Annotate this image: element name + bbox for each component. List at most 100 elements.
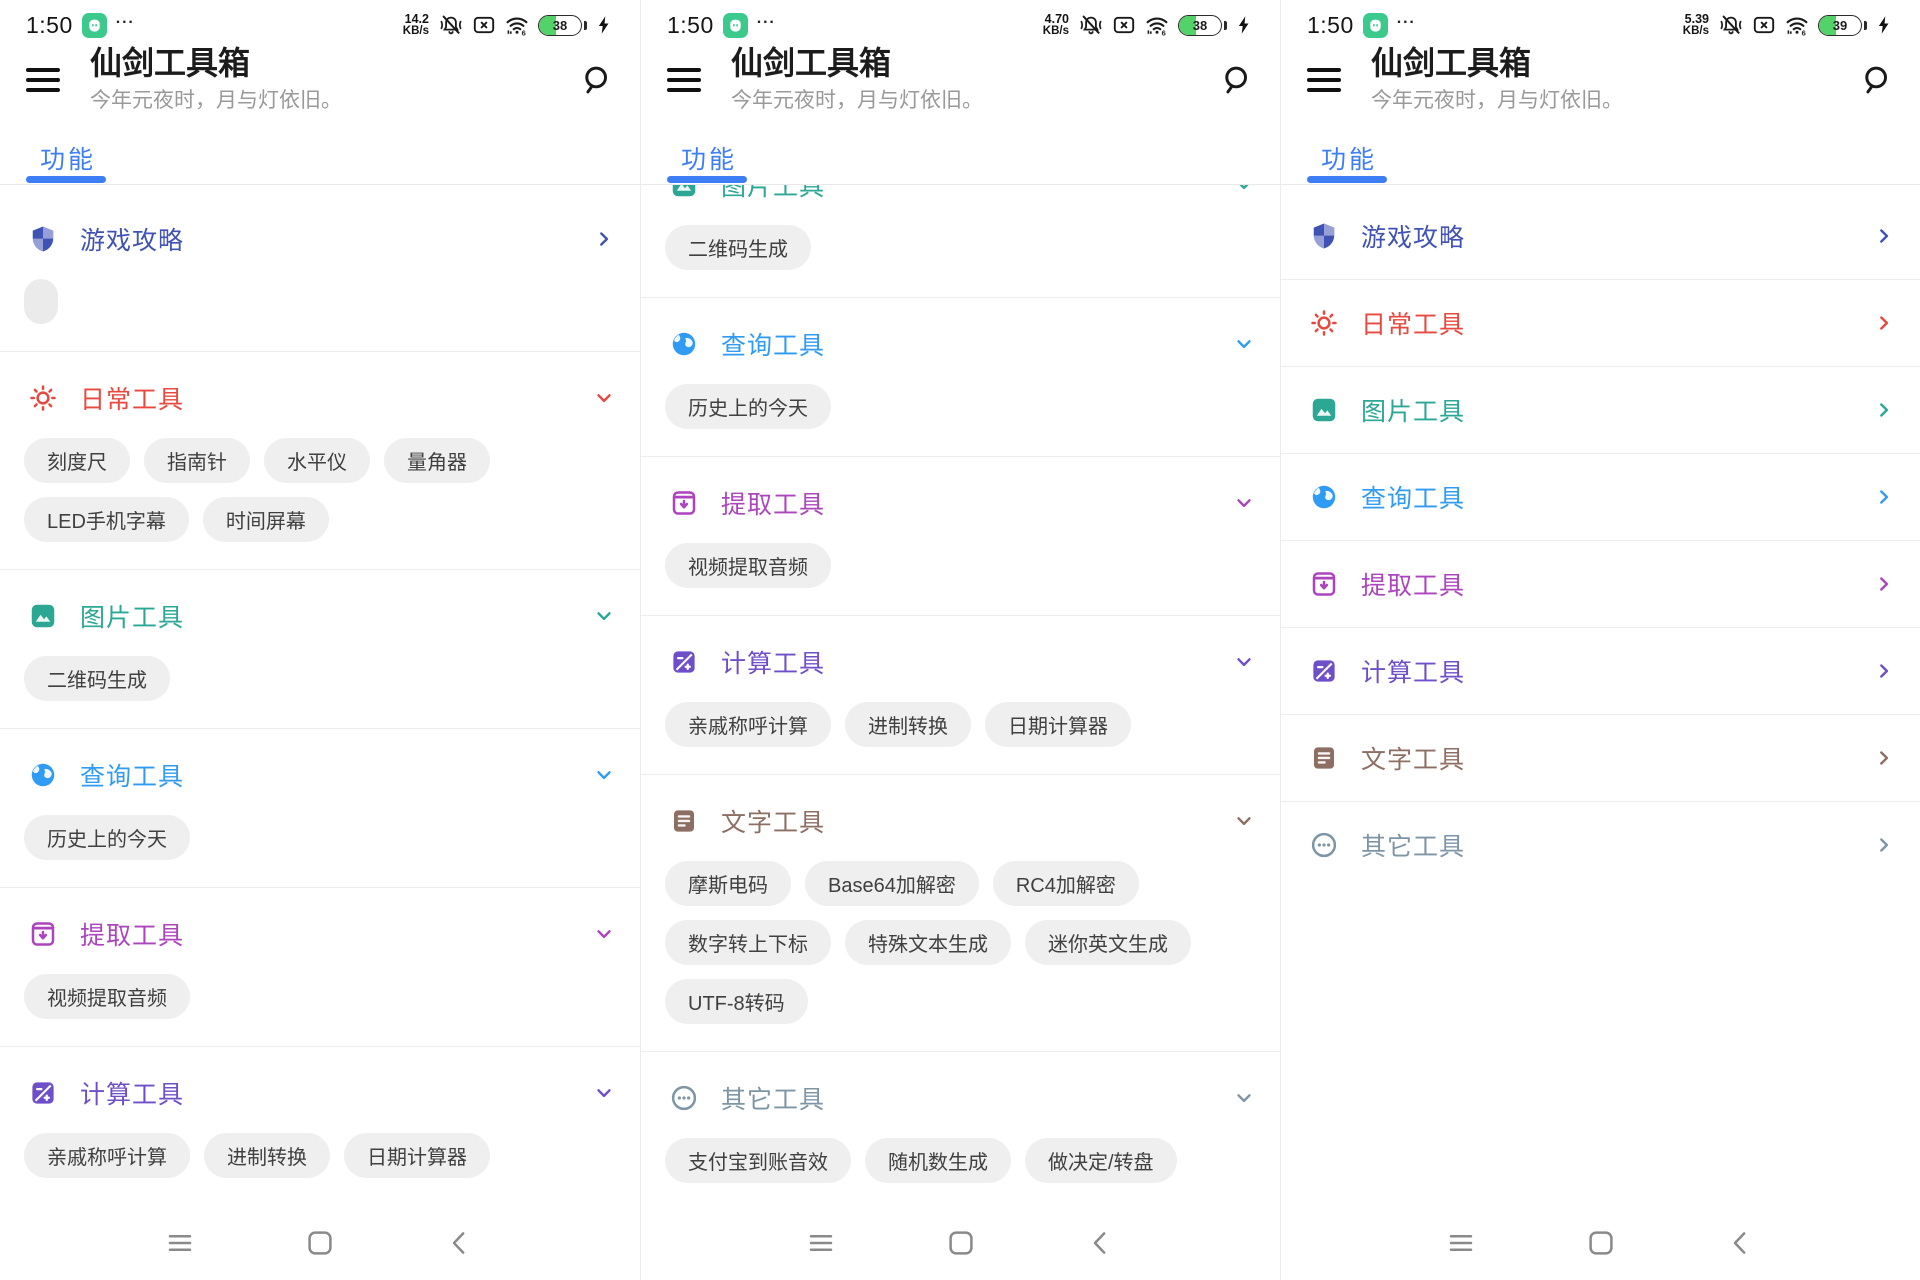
system-nav-bar — [1281, 1205, 1920, 1280]
tool-chip[interactable]: 支付宝到账音效 — [665, 1138, 851, 1183]
tool-chip[interactable]: 做决定/转盘 — [1025, 1138, 1177, 1183]
search-button[interactable] — [1220, 63, 1254, 97]
menu-button[interactable] — [26, 68, 60, 92]
recents-button[interactable] — [1447, 1229, 1475, 1257]
tool-chip[interactable]: 视频提取音频 — [665, 543, 831, 588]
app-bar: 仙剑工具箱 今年元夜时，月与灯依旧。 — [641, 44, 1280, 116]
chevron-right-icon[interactable] — [1872, 746, 1896, 770]
section-header-image-tools[interactable]: 图片工具 — [0, 594, 640, 638]
tool-chip[interactable]: 历史上的今天 — [24, 815, 190, 860]
tab-functions[interactable]: 功能 — [1321, 140, 1377, 176]
tool-chip[interactable]: 时间屏幕 — [203, 497, 329, 542]
home-button[interactable] — [1587, 1229, 1615, 1257]
tool-chip[interactable]: 进制转换 — [204, 1133, 330, 1178]
tool-chip[interactable]: 量角器 — [384, 438, 490, 483]
chevron-right-icon[interactable] — [1872, 485, 1896, 509]
section-header-query-tools[interactable]: 查询工具 — [1281, 475, 1920, 519]
tool-chip[interactable]: 水平仪 — [264, 438, 370, 483]
tool-chip[interactable]: RC4加解密 — [993, 861, 1139, 906]
tool-chip[interactable]: 日期计算器 — [344, 1133, 490, 1178]
section-title: 图片工具 — [80, 598, 592, 634]
tool-chip[interactable]: 迷你英文生成 — [1025, 920, 1191, 965]
back-button[interactable] — [1727, 1229, 1755, 1257]
section-header-text-tools[interactable]: 文字工具 — [1281, 736, 1920, 780]
tab-functions[interactable]: 功能 — [681, 140, 737, 176]
section-title: 查询工具 — [1361, 479, 1872, 515]
tool-chip[interactable]: 二维码生成 — [24, 656, 170, 701]
section-header-query-tools[interactable]: 查询工具 — [0, 753, 640, 797]
collapsed-row-image-tools: 图片工具 — [1281, 367, 1920, 453]
tool-chip[interactable]: 特殊文本生成 — [845, 920, 1011, 965]
section-header-daily-tools[interactable]: 日常工具 — [1281, 301, 1920, 345]
section-header-game-guide[interactable]: 游戏攻略 — [1281, 214, 1920, 258]
recents-button[interactable] — [807, 1229, 835, 1257]
tool-chip[interactable]: UTF-8转码 — [665, 979, 808, 1024]
chevron-down-icon[interactable] — [1232, 809, 1256, 833]
tool-chip[interactable]: 刻度尺 — [24, 438, 130, 483]
back-button[interactable] — [446, 1229, 474, 1257]
phone-screen-3: 1:50 ··· 5.39KB/s 39 仙剑工具箱 今年元夜时，月与灯依旧。 — [1280, 0, 1920, 1280]
chevron-down-icon[interactable] — [592, 604, 616, 628]
chevron-down-icon[interactable] — [1232, 185, 1256, 197]
menu-button[interactable] — [667, 68, 701, 92]
section-header-query-tools[interactable]: 查询工具 — [641, 322, 1280, 366]
chevron-right-icon[interactable] — [1872, 659, 1896, 683]
section-header-daily-tools[interactable]: 日常工具 — [0, 376, 640, 420]
chevron-right-icon[interactable] — [1872, 311, 1896, 335]
collapsed-row-daily-tools: 日常工具 — [1281, 280, 1920, 366]
tool-chip[interactable]: 指南针 — [144, 438, 250, 483]
home-button[interactable] — [306, 1229, 334, 1257]
tool-chip[interactable]: 数字转上下标 — [665, 920, 831, 965]
tool-chip[interactable]: 亲戚称呼计算 — [665, 702, 831, 747]
section-header-text-tools[interactable]: 文字工具 — [641, 799, 1280, 843]
section-header-game-guide[interactable]: 游戏攻略 — [0, 217, 640, 261]
section-header-extract-tools[interactable]: 提取工具 — [0, 912, 640, 956]
recents-button[interactable] — [166, 1229, 194, 1257]
section-header-extract-tools[interactable]: 提取工具 — [1281, 562, 1920, 606]
tool-chip[interactable]: 历史上的今天 — [665, 384, 831, 429]
chevron-down-icon[interactable] — [592, 763, 616, 787]
tool-chip[interactable]: 视频提取音频 — [24, 974, 190, 1019]
chevron-right-icon[interactable] — [1872, 224, 1896, 248]
home-button[interactable] — [947, 1229, 975, 1257]
menu-button[interactable] — [1307, 68, 1341, 92]
chevron-down-icon[interactable] — [1232, 650, 1256, 674]
chevron-right-icon[interactable] — [1872, 398, 1896, 422]
collapsed-row-other-tools: 其它工具 — [1281, 802, 1920, 888]
section-header-image-tools[interactable]: 图片工具 — [1281, 388, 1920, 432]
chevron-right-icon[interactable] — [592, 227, 616, 251]
section-header-other-tools[interactable]: 其它工具 — [1281, 823, 1920, 867]
tool-chip[interactable]: 进制转换 — [845, 702, 971, 747]
section-header-image-tools[interactable]: 图片工具 — [641, 185, 1280, 207]
chevron-down-icon[interactable] — [1232, 491, 1256, 515]
tool-chip[interactable]: 二维码生成 — [665, 225, 811, 270]
chevron-right-icon[interactable] — [1872, 572, 1896, 596]
empty-chip-placeholder[interactable] — [24, 279, 58, 324]
tab-functions[interactable]: 功能 — [40, 140, 96, 176]
tab-active-underline — [26, 176, 106, 183]
section-calc-tools: 计算工具 亲戚称呼计算 进制转换 日期计算器 — [641, 616, 1280, 774]
chevron-down-icon[interactable] — [1232, 332, 1256, 356]
chevron-right-icon[interactable] — [1872, 833, 1896, 857]
tool-chip[interactable]: 日期计算器 — [985, 702, 1131, 747]
search-button[interactable] — [580, 63, 614, 97]
chevron-down-icon[interactable] — [592, 386, 616, 410]
tool-chip[interactable]: Base64加解密 — [805, 861, 979, 906]
wifi-icon — [1145, 13, 1169, 37]
section-header-other-tools[interactable]: 其它工具 — [641, 1076, 1280, 1120]
chevron-down-icon[interactable] — [1232, 1086, 1256, 1110]
collapsed-row-calc-tools: 计算工具 — [1281, 628, 1920, 714]
section-header-extract-tools[interactable]: 提取工具 — [641, 481, 1280, 525]
system-nav-bar — [641, 1205, 1280, 1280]
back-button[interactable] — [1087, 1229, 1115, 1257]
section-header-calc-tools[interactable]: 计算工具 — [1281, 649, 1920, 693]
chevron-down-icon[interactable] — [592, 922, 616, 946]
tool-chip[interactable]: 亲戚称呼计算 — [24, 1133, 190, 1178]
section-header-calc-tools[interactable]: 计算工具 — [0, 1071, 640, 1115]
chevron-down-icon[interactable] — [592, 1081, 616, 1105]
tool-chip[interactable]: 随机数生成 — [865, 1138, 1011, 1183]
tool-chip[interactable]: 摩斯电码 — [665, 861, 791, 906]
tool-chip[interactable]: LED手机字幕 — [24, 497, 189, 542]
search-button[interactable] — [1860, 63, 1894, 97]
section-header-calc-tools[interactable]: 计算工具 — [641, 640, 1280, 684]
